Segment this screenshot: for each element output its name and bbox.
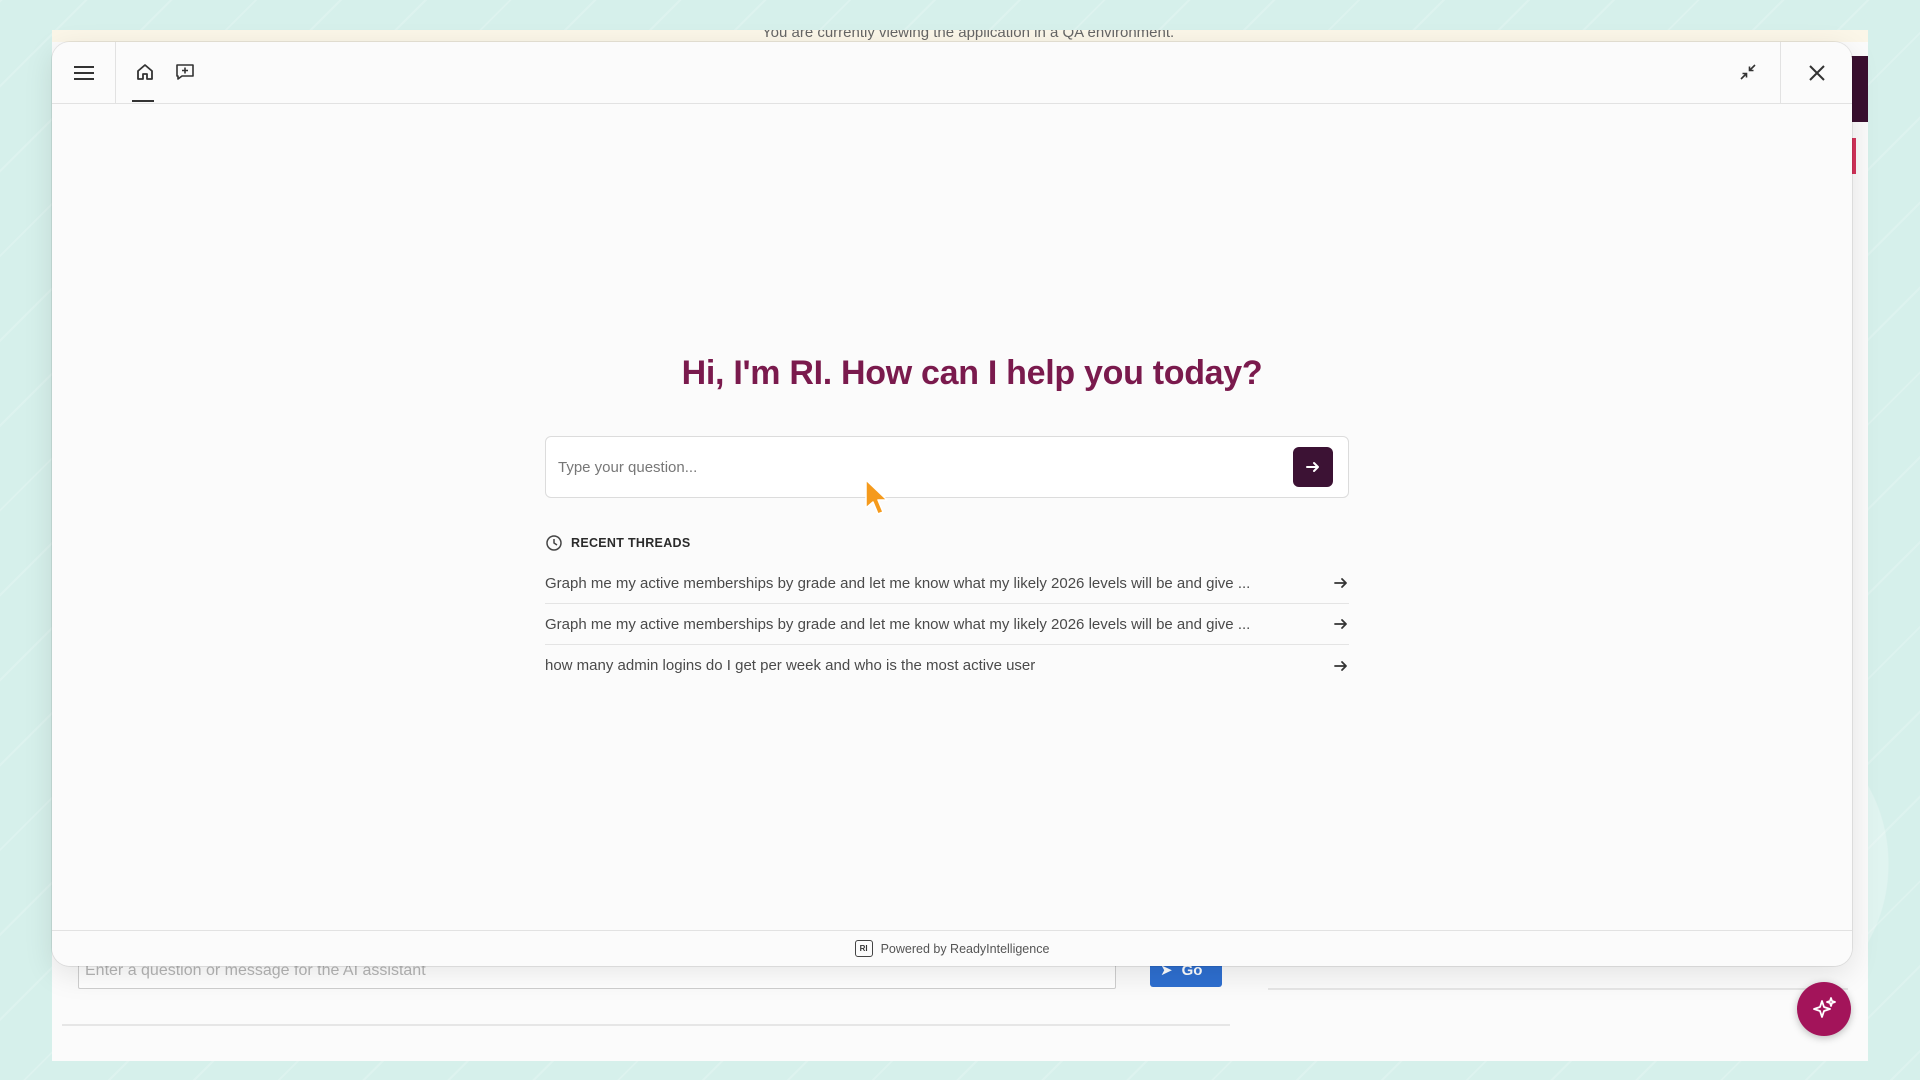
recent-threads-header: RECENT THREADS — [545, 533, 690, 553]
home-button[interactable] — [129, 56, 161, 88]
send-button[interactable] — [1293, 447, 1333, 487]
thread-text: Graph me my active memberships by grade … — [545, 574, 1251, 592]
readyintelligence-logo: RI — [854, 940, 873, 957]
recent-threads-title: RECENT THREADS — [571, 536, 691, 550]
thread-item[interactable]: Graph me my active memberships by grade … — [545, 604, 1349, 645]
close-button[interactable] — [1780, 42, 1852, 104]
arrow-right-icon — [1334, 578, 1347, 588]
background-divider — [62, 1024, 1230, 1026]
recent-threads-list: Graph me my active memberships by grade … — [545, 563, 1349, 686]
sparkle-icon — [1813, 997, 1836, 1018]
new-chat-button[interactable] — [169, 56, 201, 88]
thread-item[interactable]: Graph me my active memberships by grade … — [545, 563, 1349, 604]
background-divider — [1268, 988, 1848, 990]
collapse-button[interactable] — [1732, 56, 1764, 88]
arrow-right-icon — [1334, 619, 1347, 629]
question-box — [545, 436, 1349, 498]
qa-banner-text: You are currently viewing the applicatio… — [762, 30, 1175, 41]
arrow-right-icon — [1306, 462, 1319, 472]
background-header-avatar — [1850, 56, 1868, 122]
history-icon — [546, 535, 562, 551]
qa-environment-banner: You are currently viewing the applicatio… — [52, 30, 1868, 42]
modal-footer: RI Powered by ReadyIntelligence — [52, 930, 1852, 966]
powered-by-text: Powered by ReadyIntelligence — [880, 941, 1050, 956]
menu-icon — [73, 66, 94, 80]
menu-button[interactable] — [52, 42, 116, 104]
new-chat-icon — [176, 64, 194, 80]
thread-text: how many admin logins do I get per week … — [545, 657, 1036, 674]
mouse-cursor-icon — [865, 479, 888, 515]
active-tab-indicator — [132, 100, 154, 102]
thread-item[interactable]: how many admin logins do I get per week … — [545, 645, 1349, 686]
assistant-modal: Hi, I'm RI. How can I help you today? RE… — [52, 42, 1852, 966]
assistant-fab-button[interactable] — [1797, 982, 1851, 1036]
greeting-heading: Hi, I'm RI. How can I help you today? — [681, 354, 1263, 392]
thread-text: Graph me my active memberships by grade … — [545, 615, 1251, 633]
close-icon — [1808, 65, 1825, 81]
modal-toolbar — [52, 42, 1852, 104]
collapse-icon — [1740, 64, 1756, 80]
home-icon — [137, 64, 153, 80]
question-input[interactable] — [558, 447, 1278, 487]
arrow-right-icon — [1334, 660, 1347, 671]
